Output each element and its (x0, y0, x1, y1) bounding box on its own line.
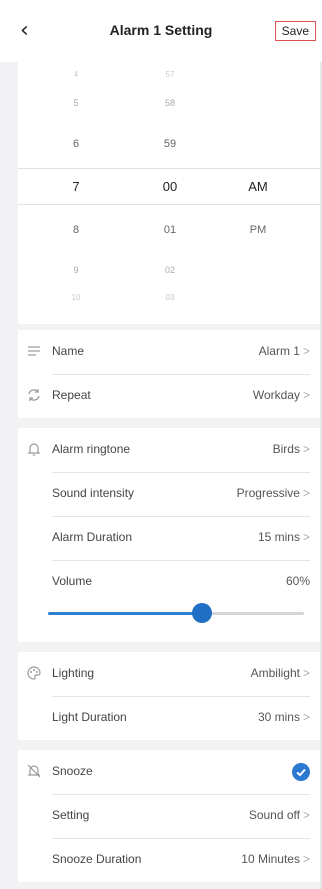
hour-option[interactable]: 10 (36, 293, 116, 302)
hour-option[interactable]: 4 (36, 70, 116, 79)
alarm-duration-row[interactable]: Alarm Duration 15 mins > (18, 516, 320, 560)
ringtone-label: Alarm ringtone (52, 442, 131, 456)
minute-option[interactable]: 59 (130, 138, 210, 150)
volume-slider[interactable] (36, 603, 316, 623)
lighting-card: Lighting Ambilight > Light Duration 30 mi… (18, 652, 320, 740)
bell-off-icon (27, 764, 41, 778)
alarm-sound-card: Alarm ringtone Birds > Sound intensity Pr… (18, 428, 320, 642)
time-picker[interactable]: 4 5 6 7 8 9 10 57 58 59 00 01 02 03 AM P… (18, 62, 320, 324)
hour-option[interactable]: 9 (36, 265, 116, 275)
check-icon (296, 768, 306, 777)
ampm-option[interactable]: PM (218, 224, 298, 236)
lighting-row[interactable]: Lighting Ambilight > (18, 652, 320, 696)
minute-option[interactable]: 02 (130, 265, 210, 275)
snooze-card: Snooze Setting Sound off > Snooze Duratio… (18, 750, 320, 882)
chevron-right-icon: > (302, 530, 310, 544)
name-label: Name (52, 344, 85, 358)
repeat-icon (28, 389, 40, 401)
light-duration-label: Light Duration (52, 710, 127, 724)
chevron-right-icon: > (302, 666, 310, 680)
volume-row: Volume 60% (18, 560, 320, 604)
volume-label: Volume (52, 574, 93, 588)
snooze-setting-value: Sound off > (248, 808, 310, 822)
picker-selection-top-line (18, 168, 320, 169)
name-row[interactable]: Name Alarm 1 > (18, 330, 320, 374)
snooze-setting-label: Setting (52, 808, 90, 822)
chevron-right-icon: > (302, 344, 310, 358)
chevron-right-icon: > (302, 808, 310, 822)
sound-intensity-label: Sound intensity (52, 486, 135, 500)
snooze-duration-label: Snooze Duration (52, 852, 142, 866)
chevron-right-icon: > (302, 486, 310, 500)
minute-option[interactable]: 01 (130, 224, 210, 236)
ringtone-row[interactable]: Alarm ringtone Birds > (18, 428, 320, 472)
alarm-duration-value: 15 mins > (257, 530, 310, 544)
hour-option[interactable]: 8 (36, 224, 116, 236)
volume-value: 60% (285, 574, 310, 588)
snooze-row[interactable]: Snooze (18, 750, 320, 794)
chevron-right-icon: > (302, 388, 310, 402)
snooze-duration-value: 10 Minutes > (241, 852, 310, 866)
lighting-label: Lighting (52, 666, 95, 680)
chevron-right-icon: > (302, 852, 310, 866)
lighting-value: Ambilight > (250, 666, 310, 680)
snooze-setting-row[interactable]: Setting Sound off > (18, 794, 320, 838)
hour-option[interactable]: 6 (36, 138, 116, 150)
snooze-duration-row[interactable]: Snooze Duration 10 Minutes > (18, 838, 320, 882)
picker-selection-bottom-line (18, 204, 320, 205)
light-duration-value: 30 mins > (257, 710, 310, 724)
ampm-option-selected[interactable]: AM (218, 179, 298, 194)
slider-track[interactable] (48, 603, 304, 623)
hour-option-selected[interactable]: 7 (36, 179, 116, 194)
chevron-right-icon: > (302, 442, 310, 456)
save-button[interactable]: Save (274, 21, 316, 41)
name-value: Alarm 1 > (258, 344, 310, 358)
top-bar: ‹ Alarm 1 Setting Save (0, 0, 322, 62)
minute-option[interactable]: 58 (130, 98, 210, 108)
sound-intensity-row[interactable]: Sound intensity Progressive > (18, 472, 320, 516)
repeat-row[interactable]: Repeat Workday > (18, 374, 320, 418)
palette-icon (27, 666, 41, 680)
repeat-value: Workday > (252, 388, 310, 402)
slider-thumb[interactable] (191, 603, 212, 623)
snooze-checkbox[interactable] (292, 763, 310, 781)
bell-icon (27, 443, 41, 456)
hour-option[interactable]: 5 (36, 98, 116, 108)
lines-icon (28, 346, 40, 356)
repeat-label: Repeat (52, 388, 91, 402)
minute-option[interactable]: 03 (130, 293, 210, 302)
alarm-duration-label: Alarm Duration (52, 530, 133, 544)
sound-intensity-value: Progressive > (236, 486, 310, 500)
slider-fill (48, 612, 202, 615)
ringtone-value: Birds > (272, 442, 310, 456)
snooze-label: Snooze (52, 764, 93, 778)
light-duration-row[interactable]: Light Duration 30 mins > (18, 696, 320, 740)
name-repeat-card: Name Alarm 1 > Repeat Workday > (18, 330, 320, 418)
minute-option-selected[interactable]: 00 (130, 179, 210, 194)
chevron-right-icon: > (302, 710, 310, 724)
minute-option[interactable]: 57 (130, 70, 210, 79)
